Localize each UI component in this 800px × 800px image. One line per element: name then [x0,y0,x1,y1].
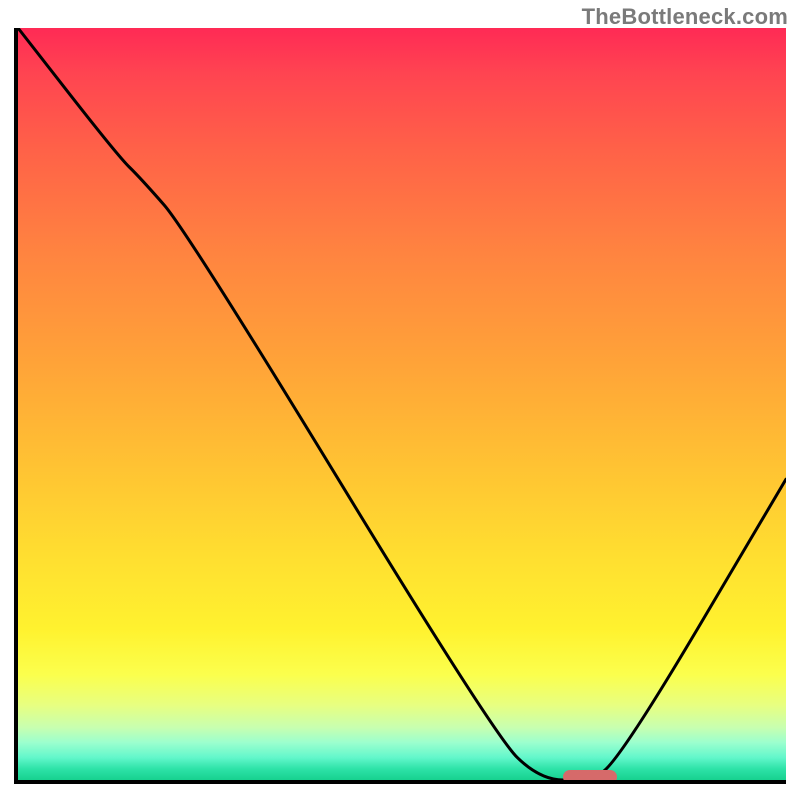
curve-path [18,28,786,780]
watermark-text: TheBottleneck.com [582,4,788,30]
bottleneck-curve [18,28,786,780]
plot-frame [14,28,786,784]
optimal-range-marker [563,770,617,784]
chart-container: TheBottleneck.com [0,0,800,800]
